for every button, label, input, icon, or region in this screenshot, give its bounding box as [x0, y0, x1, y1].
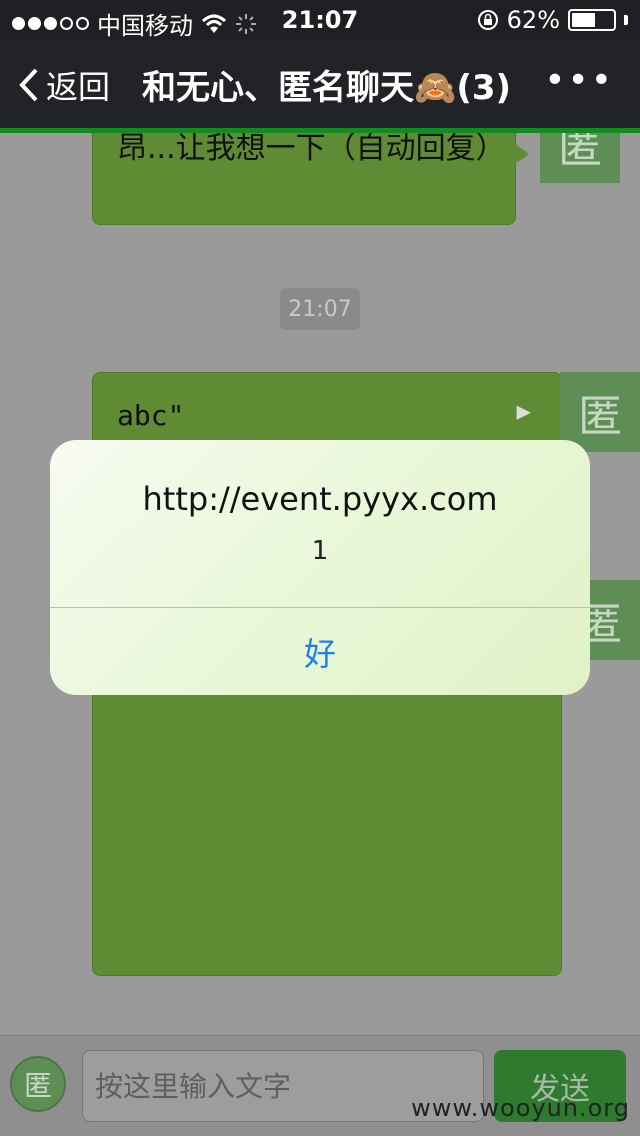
back-button[interactable]: 返回 [18, 62, 110, 108]
alert-title: http://event.pyyx.com [142, 480, 498, 518]
input-bar: 匿 发送 www.wooyun.org [0, 1035, 640, 1136]
battery-icon [568, 9, 616, 31]
chevron-left-icon [19, 68, 38, 102]
battery-tip [624, 15, 628, 25]
avatar[interactable]: 匿 [560, 372, 640, 452]
alert-ok-button[interactable]: 好 [50, 608, 590, 695]
play-arrow-icon: ▶ [516, 397, 531, 425]
rotation-lock-icon [477, 10, 498, 30]
timestamp-badge: 21:07 [280, 288, 360, 330]
status-bar: 中国移动 21:07 62% [0, 0, 640, 40]
message-text: 昂...让我想一下（自动回复） [117, 133, 506, 166]
message-text: abc" [117, 399, 185, 432]
battery-percent: 62% [506, 6, 560, 34]
watermark: www.wooyun.org [411, 1094, 630, 1122]
nav-bar: 返回 和无心、匿名聊天🙈(3) ••• [0, 40, 640, 128]
avatar[interactable]: 匿 [540, 133, 620, 183]
bubble-tail [515, 144, 529, 164]
alert-dialog: http://event.pyyx.com 1 好 [50, 440, 590, 695]
status-right: 62% [477, 6, 628, 34]
alert-message: 1 [311, 536, 329, 566]
more-options-button[interactable]: ••• [544, 60, 614, 101]
message-bubble[interactable]: 昂...让我想一下（自动回复） [92, 133, 529, 225]
chat-title: 和无心、匿名聊天🙈(3) [142, 68, 512, 108]
back-label: 返回 [46, 68, 111, 106]
avatar[interactable]: 匿 [10, 1056, 66, 1112]
